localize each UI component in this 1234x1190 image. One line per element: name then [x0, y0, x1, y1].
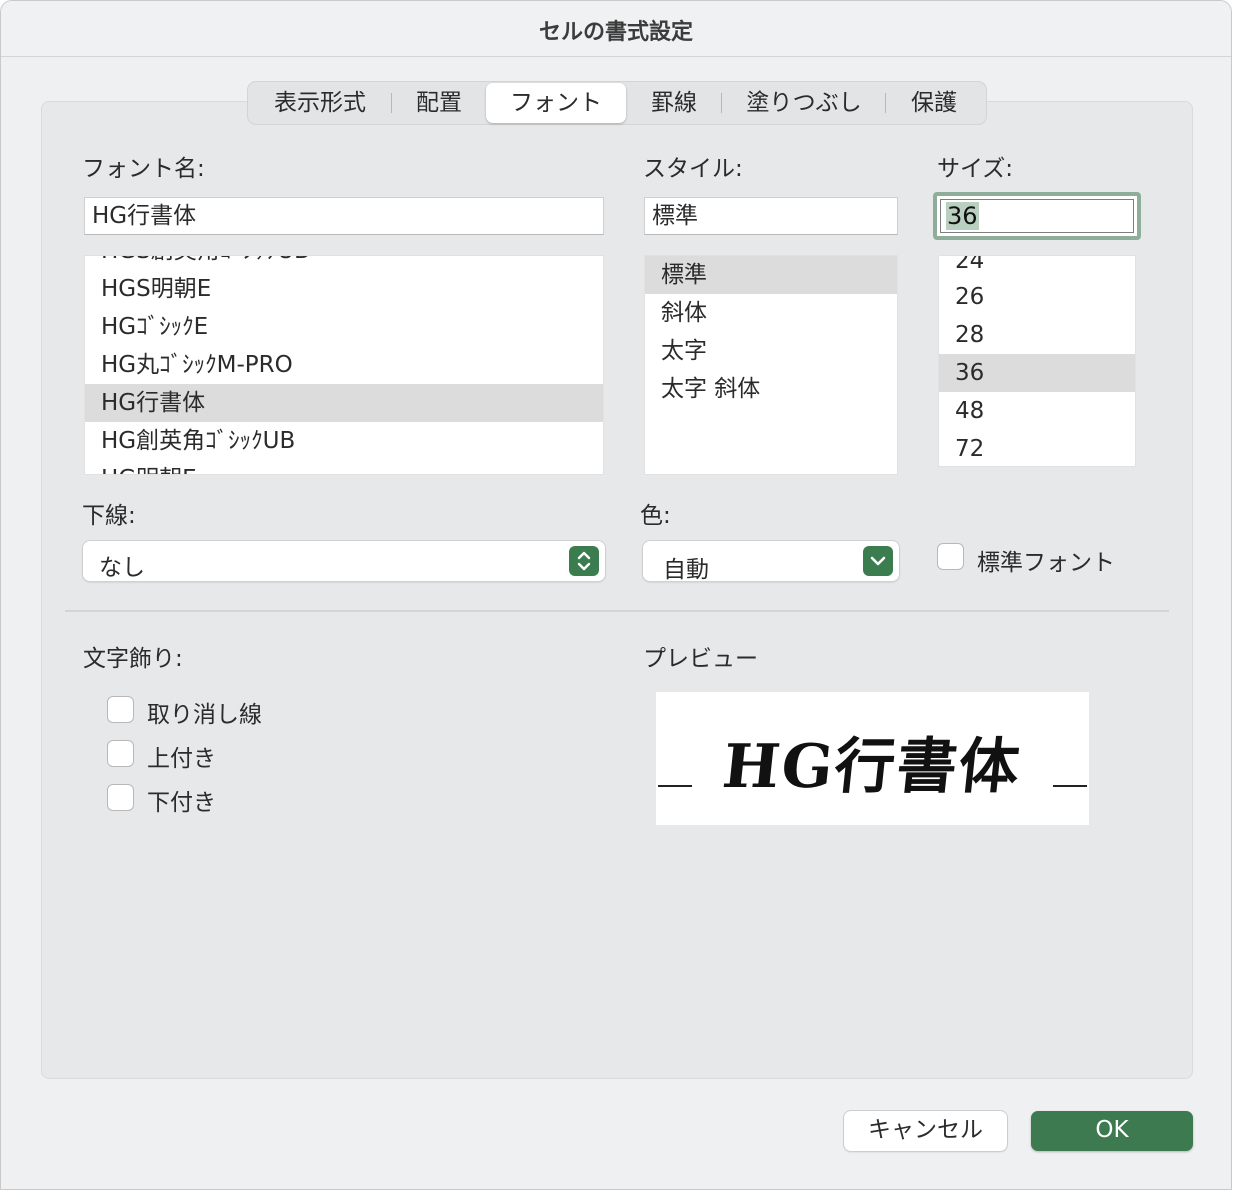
font-name-input[interactable]: HG行書体 [84, 197, 604, 235]
effects-label: 文字飾り: [83, 646, 183, 672]
list-item[interactable]: HG丸ｺﾞｼｯｸM-PRO [85, 346, 603, 384]
list-item[interactable]: HGS明朝E [85, 270, 603, 308]
strikethrough-checkbox[interactable] [107, 696, 134, 723]
tab-font[interactable]: フォント [486, 83, 626, 123]
color-value: 自動 [663, 557, 709, 583]
list-item[interactable]: 48 [939, 392, 1135, 430]
format-cells-dialog: セルの書式設定 表示形式 配置 フォント 罫線 塗りつぶし 保護 フォント名: … [0, 0, 1232, 1190]
preview-box: HG行書体 [656, 692, 1089, 825]
list-item[interactable]: HGS創英角ｺﾞｼｯｸUB [85, 256, 603, 270]
underline-popup[interactable]: なし [83, 541, 605, 581]
superscript-label: 上付き [147, 746, 216, 772]
size-label: サイズ: [937, 156, 1014, 182]
tab-alignment[interactable]: 配置 [392, 83, 486, 123]
chevron-down-icon [863, 546, 893, 576]
normal-font-checkbox[interactable] [937, 543, 964, 570]
list-item[interactable]: 72 [939, 430, 1135, 466]
list-item[interactable]: 太字 斜体 [645, 370, 897, 408]
color-popup[interactable]: 自動 [643, 541, 899, 583]
section-divider [65, 610, 1169, 612]
list-item[interactable]: HGｺﾞｼｯｸE [85, 308, 603, 346]
size-list[interactable]: 24 26 28 36 48 72 [938, 255, 1136, 467]
preview-label: プレビュー [643, 646, 758, 672]
list-item[interactable]: 26 [939, 278, 1135, 316]
subscript-checkbox[interactable] [107, 784, 134, 811]
list-item-selected[interactable]: 標準 [645, 256, 897, 294]
tab-number-format[interactable]: 表示形式 [248, 83, 392, 123]
list-item[interactable]: HG明朝E [85, 460, 603, 474]
tab-bar: 表示形式 配置 フォント 罫線 塗りつぶし 保護 [247, 81, 987, 125]
style-input[interactable]: 標準 [644, 197, 898, 235]
style-list[interactable]: 標準 斜体 太字 太字 斜体 [644, 255, 898, 475]
list-item[interactable]: 28 [939, 316, 1135, 354]
superscript-checkbox[interactable] [107, 740, 134, 767]
list-item-selected[interactable]: 36 [939, 354, 1135, 392]
cancel-button[interactable]: キャンセル [844, 1111, 1007, 1151]
dialog-title: セルの書式設定 [538, 20, 693, 45]
list-item[interactable]: 24 [939, 256, 1135, 280]
list-item[interactable]: HG創英角ｺﾞｼｯｸUB [85, 422, 603, 460]
font-name-list[interactable]: HGS創英角ｺﾞｼｯｸUB HGS明朝E HGｺﾞｼｯｸE HG丸ｺﾞｼｯｸM-… [84, 255, 604, 475]
style-label: スタイル: [643, 156, 743, 182]
list-item-selected[interactable]: HG行書体 [85, 384, 603, 422]
title-bar: セルの書式設定 [1, 1, 1231, 57]
font-name-label: フォント名: [82, 156, 205, 182]
preview-baseline-right [1053, 785, 1087, 787]
strikethrough-label: 取り消し線 [147, 702, 262, 728]
size-input-value: 36 [946, 202, 979, 230]
preview-sample-text: HG行書体 [719, 732, 1025, 802]
list-item[interactable]: 太字 [645, 332, 897, 370]
tab-fill[interactable]: 塗りつぶし [722, 83, 886, 123]
ok-button[interactable]: OK [1031, 1111, 1193, 1151]
tab-protection[interactable]: 保護 [886, 83, 982, 123]
subscript-label: 下付き [147, 790, 216, 816]
color-label: 色: [640, 503, 671, 529]
tab-border[interactable]: 罫線 [626, 83, 722, 123]
underline-value: なし [99, 555, 145, 581]
underline-label: 下線: [82, 503, 136, 529]
tab-content-panel [41, 101, 1193, 1079]
size-input[interactable]: 36 [933, 192, 1141, 240]
list-item[interactable]: 斜体 [645, 294, 897, 332]
normal-font-label: 標準フォント [977, 550, 1115, 576]
up-down-chevron-icon [569, 546, 599, 576]
